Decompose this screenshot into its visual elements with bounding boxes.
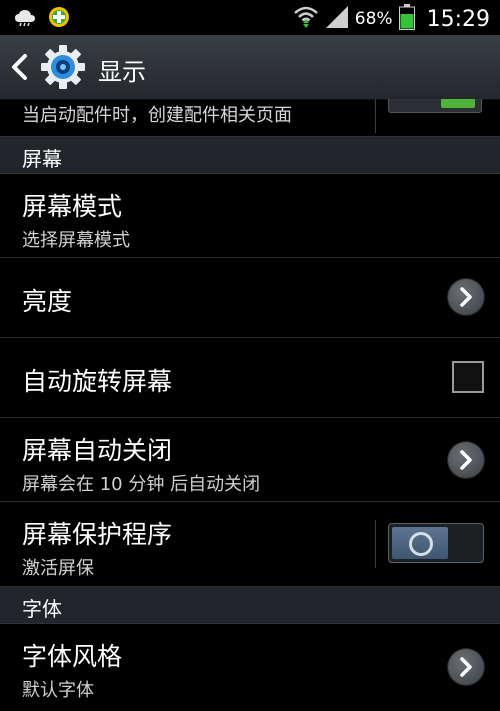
row-title: 自动旋转屏幕 xyxy=(22,367,173,396)
divider xyxy=(375,520,376,568)
auto-rotate-row[interactable]: 自动旋转屏幕 xyxy=(0,338,500,418)
row-subtitle: 默认字体 xyxy=(22,680,94,701)
battery-icon xyxy=(398,4,415,34)
auto-rotate-checkbox[interactable] xyxy=(452,361,484,393)
chevron-right-icon[interactable] xyxy=(448,279,484,315)
page-title: 显示 xyxy=(98,58,146,86)
row-title: 屏幕自动关闭 xyxy=(22,436,173,465)
settings-gear-icon xyxy=(40,44,86,90)
row-subtitle: 当启动配件时，创建配件相关页面 xyxy=(22,105,292,126)
font-style-row[interactable]: 字体风格 默认字体 xyxy=(0,624,500,710)
row-title: 屏幕模式 xyxy=(22,192,123,221)
chevron-right-icon[interactable] xyxy=(448,649,484,685)
action-bar: 显示 xyxy=(0,35,500,100)
row-title: 亮度 xyxy=(22,287,73,316)
row-subtitle: 激活屏保 xyxy=(22,558,94,579)
screen-timeout-row[interactable]: 屏幕自动关闭 屏幕会在 10 分钟 后自动关闭 xyxy=(0,418,500,502)
screen-saver-row[interactable]: 屏幕保护程序 激活屏保 xyxy=(0,502,500,587)
section-header-screen: 屏幕 xyxy=(0,137,500,174)
divider xyxy=(375,99,376,133)
section-header-font: 字体 xyxy=(0,587,500,624)
cloud-icon xyxy=(14,8,36,30)
row-title: 字体风格 xyxy=(22,642,123,671)
row-subtitle: 屏幕会在 10 分钟 后自动关闭 xyxy=(22,474,261,495)
chevron-right-icon[interactable] xyxy=(448,442,484,478)
toggle-switch[interactable] xyxy=(388,99,482,113)
section-title: 屏幕 xyxy=(22,147,62,171)
row-title: 屏幕保护程序 xyxy=(22,520,173,549)
wifi-icon xyxy=(293,4,319,34)
clock: 15:29 xyxy=(426,6,490,32)
battery-percent: 68% xyxy=(354,9,393,29)
status-bar: 68% 15:29 xyxy=(0,0,500,35)
settings-list: 当启动配件时，创建配件相关页面 屏幕 屏幕模式 选择屏幕模式 亮度 自动旋转屏幕… xyxy=(0,99,500,710)
brightness-row[interactable]: 亮度 xyxy=(0,258,500,338)
back-icon[interactable] xyxy=(8,52,32,82)
signal-icon xyxy=(325,5,349,33)
screen-mode-row[interactable]: 屏幕模式 选择屏幕模式 xyxy=(0,174,500,258)
section-title: 字体 xyxy=(22,597,62,621)
row-subtitle: 选择屏幕模式 xyxy=(22,230,130,251)
app-plus-icon xyxy=(48,6,70,32)
screen-saver-toggle[interactable] xyxy=(388,523,484,563)
dock-settings-row[interactable]: 当启动配件时，创建配件相关页面 xyxy=(0,99,500,137)
